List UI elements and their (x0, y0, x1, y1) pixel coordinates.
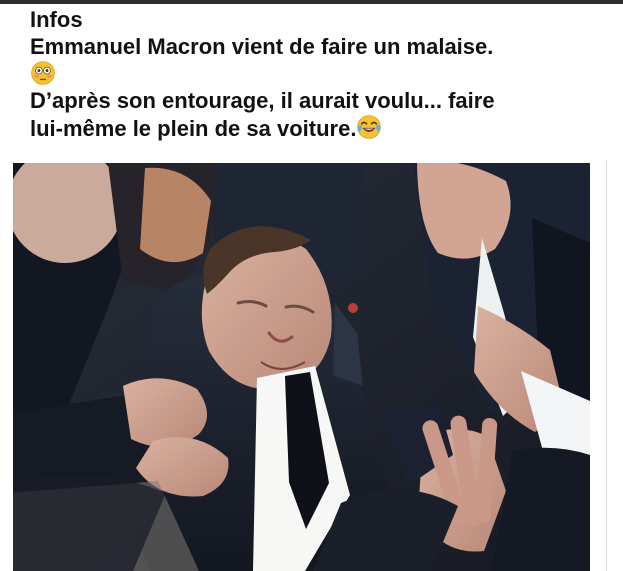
face-with-tears-of-joy-icon (357, 115, 382, 139)
post-line-emoji (30, 60, 615, 87)
content-right-border (606, 160, 607, 571)
post-text: Infos Emmanuel Macron vient de faire un … (30, 6, 615, 142)
post-line-3: D’après son entourage, il aurait voulu..… (30, 88, 495, 113)
post-photo[interactable] (13, 163, 590, 571)
flushed-face-icon (31, 61, 55, 85)
post-line-4: lui-même le plein de sa voiture. (30, 116, 357, 141)
post-heading: Infos (30, 7, 83, 32)
top-bar (0, 0, 623, 4)
post-line-1: Emmanuel Macron vient de faire un malais… (30, 34, 494, 59)
post-line-4-wrap: lui-même le plein de sa voiture. (30, 114, 615, 142)
post-view: Infos Emmanuel Macron vient de faire un … (0, 0, 623, 571)
photo-illustration (13, 163, 590, 571)
